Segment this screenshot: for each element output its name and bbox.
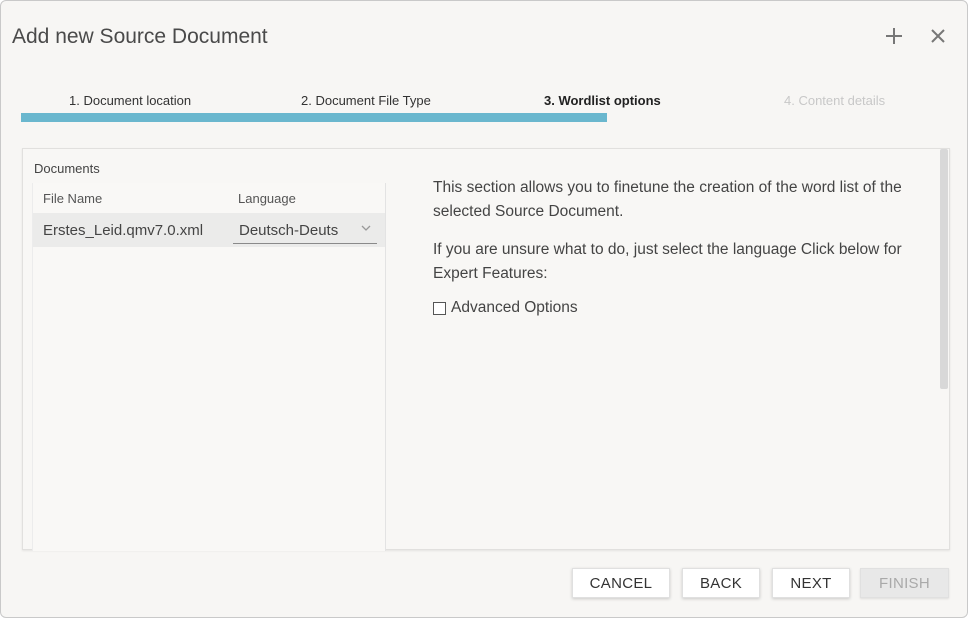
wizard-progress-fill <box>21 113 607 122</box>
step-content-details: 4. Content details <box>784 93 886 108</box>
column-header-language: Language <box>238 191 296 206</box>
finish-button: FINISH <box>860 568 949 598</box>
column-header-file-name: File Name <box>43 191 103 206</box>
next-button[interactable]: NEXT <box>772 568 850 598</box>
language-select[interactable]: Deutsch-Deuts <box>233 216 377 244</box>
step-document-file-type[interactable]: 2. Document File Type <box>301 93 431 108</box>
step-document-location[interactable]: 1. Document location <box>69 93 191 108</box>
close-button[interactable] <box>925 23 951 49</box>
add-button[interactable] <box>881 23 907 49</box>
cancel-button[interactable]: CANCEL <box>572 568 670 598</box>
language-select-value: Deutsch-Deuts <box>239 222 339 239</box>
panel-scrollbar[interactable] <box>940 149 948 389</box>
wizard-progress-bar <box>21 113 951 122</box>
back-button[interactable]: BACK <box>682 568 760 598</box>
advanced-options-checkbox[interactable] <box>433 301 446 315</box>
plus-icon <box>886 28 902 44</box>
documents-label: Documents <box>34 161 100 176</box>
documents-table: File Name Language Erstes_Leid.qmv7.0.xm… <box>32 183 386 551</box>
close-icon <box>931 29 945 43</box>
info-paragraph-2: If you are unsure what to do, just selec… <box>433 241 902 282</box>
advanced-options-label: Advanced Options <box>451 299 578 316</box>
step-wordlist-options[interactable]: 3. Wordlist options <box>544 93 661 108</box>
chevron-down-icon <box>361 225 371 231</box>
wordlist-options-panel: Documents File Name Language Erstes_Leid… <box>22 148 950 551</box>
add-source-document-dialog: Add new Source Document 1. Document loca… <box>0 0 968 618</box>
dialog-title: Add new Source Document <box>12 25 268 48</box>
info-paragraph-1: This section allows you to finetune the … <box>433 179 902 220</box>
advanced-options-toggle[interactable]: Advanced Options <box>433 299 578 317</box>
wizard-steps: 1. Document location 2. Document File Ty… <box>21 89 951 125</box>
table-row[interactable]: Erstes_Leid.qmv7.0.xml Deutsch-Deuts <box>33 213 385 247</box>
file-name-cell: Erstes_Leid.qmv7.0.xml <box>43 222 204 239</box>
